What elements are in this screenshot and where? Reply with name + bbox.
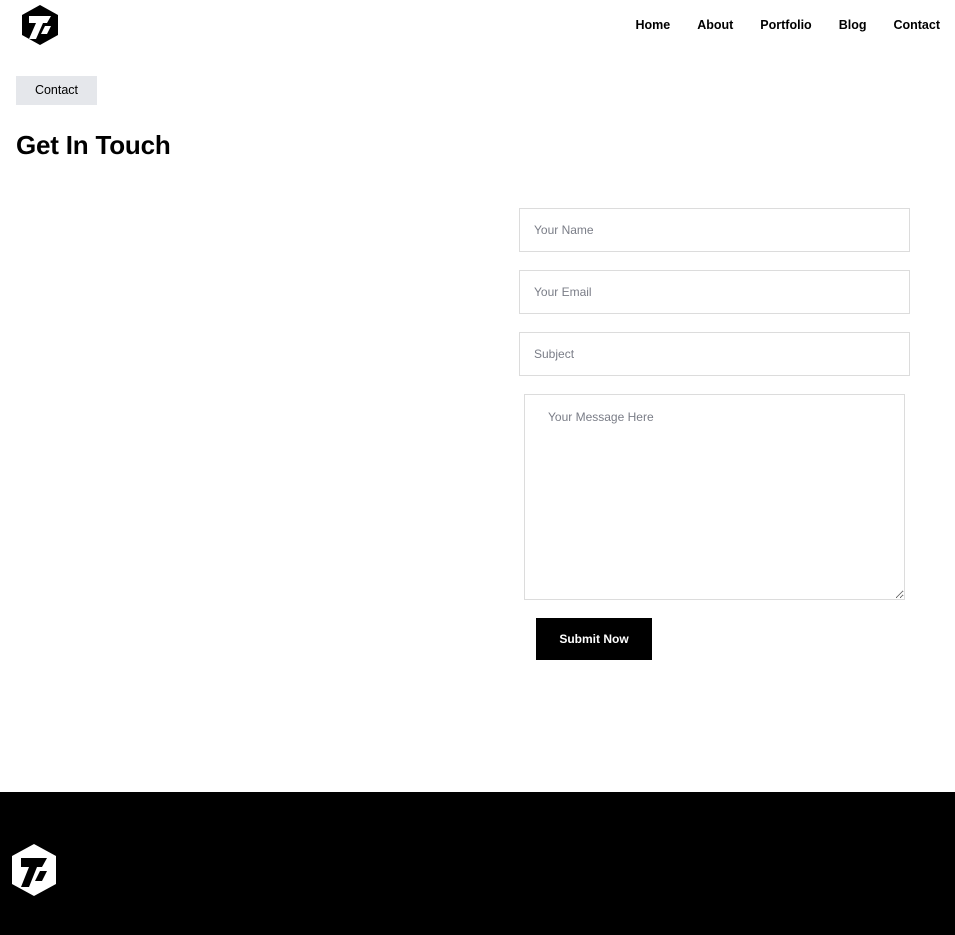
page-title: Get In Touch — [16, 130, 171, 160]
breadcrumb: Contact — [16, 76, 97, 105]
nav-blog[interactable]: Blog — [839, 17, 867, 33]
nav-portfolio[interactable]: Portfolio — [760, 17, 811, 33]
email-input[interactable] — [519, 270, 910, 314]
nav-home[interactable]: Home — [635, 17, 670, 33]
site-logo-icon[interactable] — [20, 4, 60, 46]
main-nav: Home About Portfolio Blog Contact — [635, 17, 940, 33]
footer-logo-icon[interactable] — [10, 843, 58, 897]
name-input[interactable] — [519, 208, 910, 252]
subject-input[interactable] — [519, 332, 910, 376]
submit-button[interactable]: Submit Now — [536, 618, 652, 660]
nav-contact[interactable]: Contact — [893, 17, 940, 33]
site-footer — [0, 792, 955, 935]
message-textarea[interactable] — [524, 394, 905, 600]
nav-about[interactable]: About — [697, 17, 733, 33]
